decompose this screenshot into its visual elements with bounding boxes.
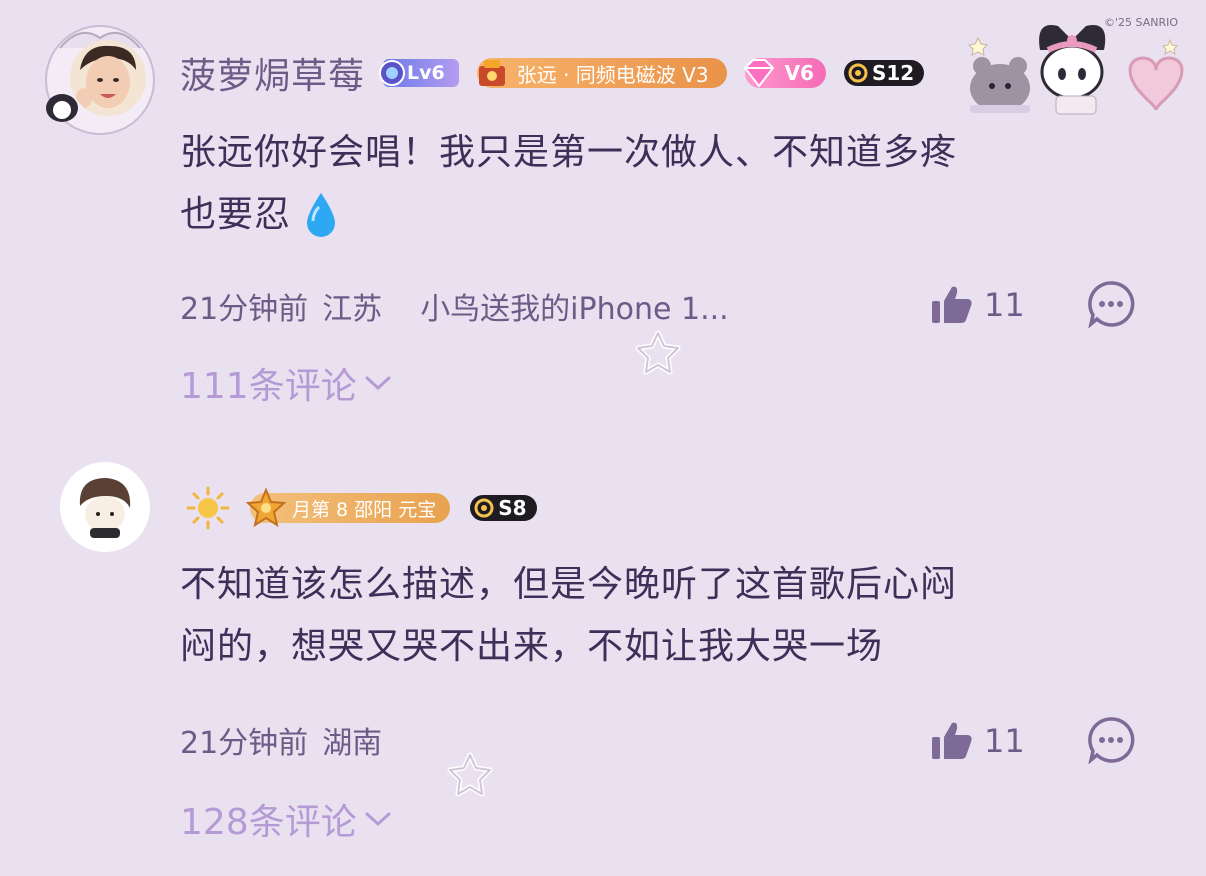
disc-icon <box>474 498 494 518</box>
trophy-icon <box>478 60 505 86</box>
chevron-down-icon <box>365 812 391 827</box>
disc-icon <box>848 63 868 83</box>
comment-location: 湖南 <box>322 726 383 761</box>
comment-text: 不知道该怎么描述，但是今晚听了这首歌后心闷 闷的，想哭又哭不出来，不如让我大哭一… <box>180 554 1160 678</box>
comment-time: 21分钟前 <box>180 726 309 761</box>
like-button[interactable]: 11 <box>930 716 1025 766</box>
like-count: 11 <box>984 722 1025 760</box>
chibi-avatar-icon <box>60 462 150 552</box>
comment-time: 21分钟前 <box>180 292 309 327</box>
comment-text-line: 不知道该怎么描述，但是今晚听了这首歌后心闷 <box>180 564 958 605</box>
like-button[interactable]: 11 <box>930 280 1025 330</box>
comment-meta: 21分钟前 江苏 小鸟送我的iPhone 1... <box>180 284 729 328</box>
reply-button[interactable] <box>1087 716 1135 765</box>
avatar-frame[interactable] <box>40 18 160 138</box>
water-drop-icon <box>307 193 336 237</box>
season-badge: S12 <box>843 60 925 86</box>
fan-badge-label: 月第 8 邵阳 元宝 <box>292 498 437 521</box>
expand-replies[interactable]: 111条评论 <box>180 358 393 408</box>
replies-count: 128条评论 <box>180 802 357 843</box>
sun-icon <box>186 486 230 530</box>
comment-text-line: 张远你好会唱！我只是第一次做人、不知道多疼 <box>180 132 958 173</box>
comment-bubble-icon <box>1088 717 1135 765</box>
person-photo-icon <box>70 40 146 116</box>
thumbs-up-icon <box>932 722 972 759</box>
season-badge-label: S8 <box>498 496 527 520</box>
season-badge-label: S12 <box>871 61 915 85</box>
username[interactable]: 菠萝焗草莓 <box>180 47 365 99</box>
expand-replies[interactable]: 128条评论 <box>180 794 393 844</box>
avatar[interactable] <box>60 462 150 552</box>
comment-text-line: 也要忍 <box>180 194 292 235</box>
like-count: 11 <box>984 286 1025 324</box>
fan-badge-label: 张远 · 同频电磁波 V3 <box>516 62 709 87</box>
fan-badge[interactable]: 月第 8 邵阳 元宝 <box>246 488 451 528</box>
vip-badge-label: V6 <box>784 61 814 85</box>
comment-device: 小鸟送我的iPhone 1... <box>420 292 729 327</box>
star-decoration-icon <box>447 752 493 797</box>
reply-button[interactable] <box>1087 280 1135 329</box>
fan-badge[interactable]: 张远 · 同频电磁波 V3 <box>476 58 727 88</box>
vip-badge: V6 <box>743 58 826 88</box>
comment-location: 江苏 <box>322 292 383 327</box>
comment-bubble-icon <box>1088 281 1135 329</box>
thumbs-up-icon <box>932 286 972 323</box>
comment-meta: 21分钟前 湖南 <box>180 718 382 762</box>
comment-text-line: 闷的，想哭又哭不出来，不如让我大哭一场 <box>180 626 884 667</box>
star-medal-icon <box>246 488 286 528</box>
avatar <box>70 40 146 116</box>
level-badge-label: Lv6 <box>407 62 445 84</box>
chevron-down-icon <box>365 376 391 391</box>
planet-icon <box>379 60 406 86</box>
kuromi-decoration: ©'25 SANRIO <box>960 10 1200 120</box>
replies-count: 111条评论 <box>180 366 357 407</box>
comment-text: 张远你好会唱！我只是第一次做人、不知道多疼 也要忍 <box>180 122 1140 246</box>
copyright-text: ©'25 SANRIO <box>1103 16 1178 29</box>
season-badge: S8 <box>470 495 537 521</box>
level-badge: Lv6 <box>379 59 459 87</box>
star-decoration-icon <box>635 330 681 375</box>
diamond-icon <box>743 59 774 88</box>
